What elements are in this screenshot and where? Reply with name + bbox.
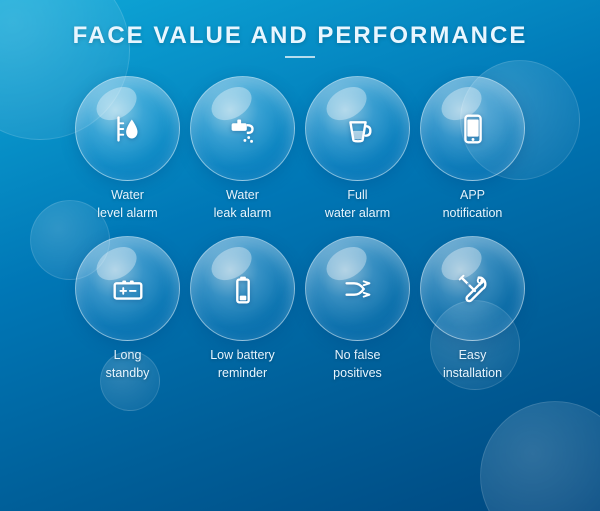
feature-easy-installation: Easyinstallation <box>420 236 525 382</box>
feature-label-water-level: Waterlevel alarm <box>97 187 157 222</box>
water-level-icon <box>109 110 147 148</box>
full-water-icon <box>339 110 377 148</box>
battery-low-icon <box>224 270 262 308</box>
bubble-easy-installation <box>420 236 525 341</box>
features-grid: Waterlevel alarm Waterleak alarm <box>55 76 545 382</box>
bubble-no-false-positives <box>305 236 410 341</box>
feature-label-easy-installation: Easyinstallation <box>443 347 502 382</box>
bubble-app-notification <box>420 76 525 181</box>
feature-long-standby: Longstandby <box>75 236 180 382</box>
feature-water-leak-alarm: Waterleak alarm <box>190 76 295 222</box>
feature-label-no-false-positives: No falsepositives <box>333 347 382 382</box>
bubble-water-leak <box>190 76 295 181</box>
feature-label-full-water: Fullwater alarm <box>325 187 390 222</box>
bubble-water-level <box>75 76 180 181</box>
page-title: FACE VALUE AND PERFORMANCE <box>73 22 528 50</box>
bubble-long-standby <box>75 236 180 341</box>
feature-low-battery: Low batteryreminder <box>190 236 295 382</box>
bubble-low-battery <box>190 236 295 341</box>
feature-label-app-notification: APPnotification <box>443 187 503 222</box>
phone-icon <box>454 110 492 148</box>
feature-full-water-alarm: Fullwater alarm <box>305 76 410 222</box>
feature-label-long-standby: Longstandby <box>106 347 150 382</box>
feature-app-notification: APPnotification <box>420 76 525 222</box>
bubble-full-water <box>305 76 410 181</box>
shuffle-icon <box>339 270 377 308</box>
title-divider <box>285 56 315 58</box>
water-leak-icon <box>224 110 262 148</box>
feature-no-false-positives: No falsepositives <box>305 236 410 382</box>
feature-label-low-battery: Low batteryreminder <box>210 347 275 382</box>
battery-full-icon <box>109 270 147 308</box>
feature-water-level-alarm: Waterlevel alarm <box>75 76 180 222</box>
tools-icon <box>454 270 492 308</box>
feature-label-water-leak: Waterleak alarm <box>214 187 272 222</box>
